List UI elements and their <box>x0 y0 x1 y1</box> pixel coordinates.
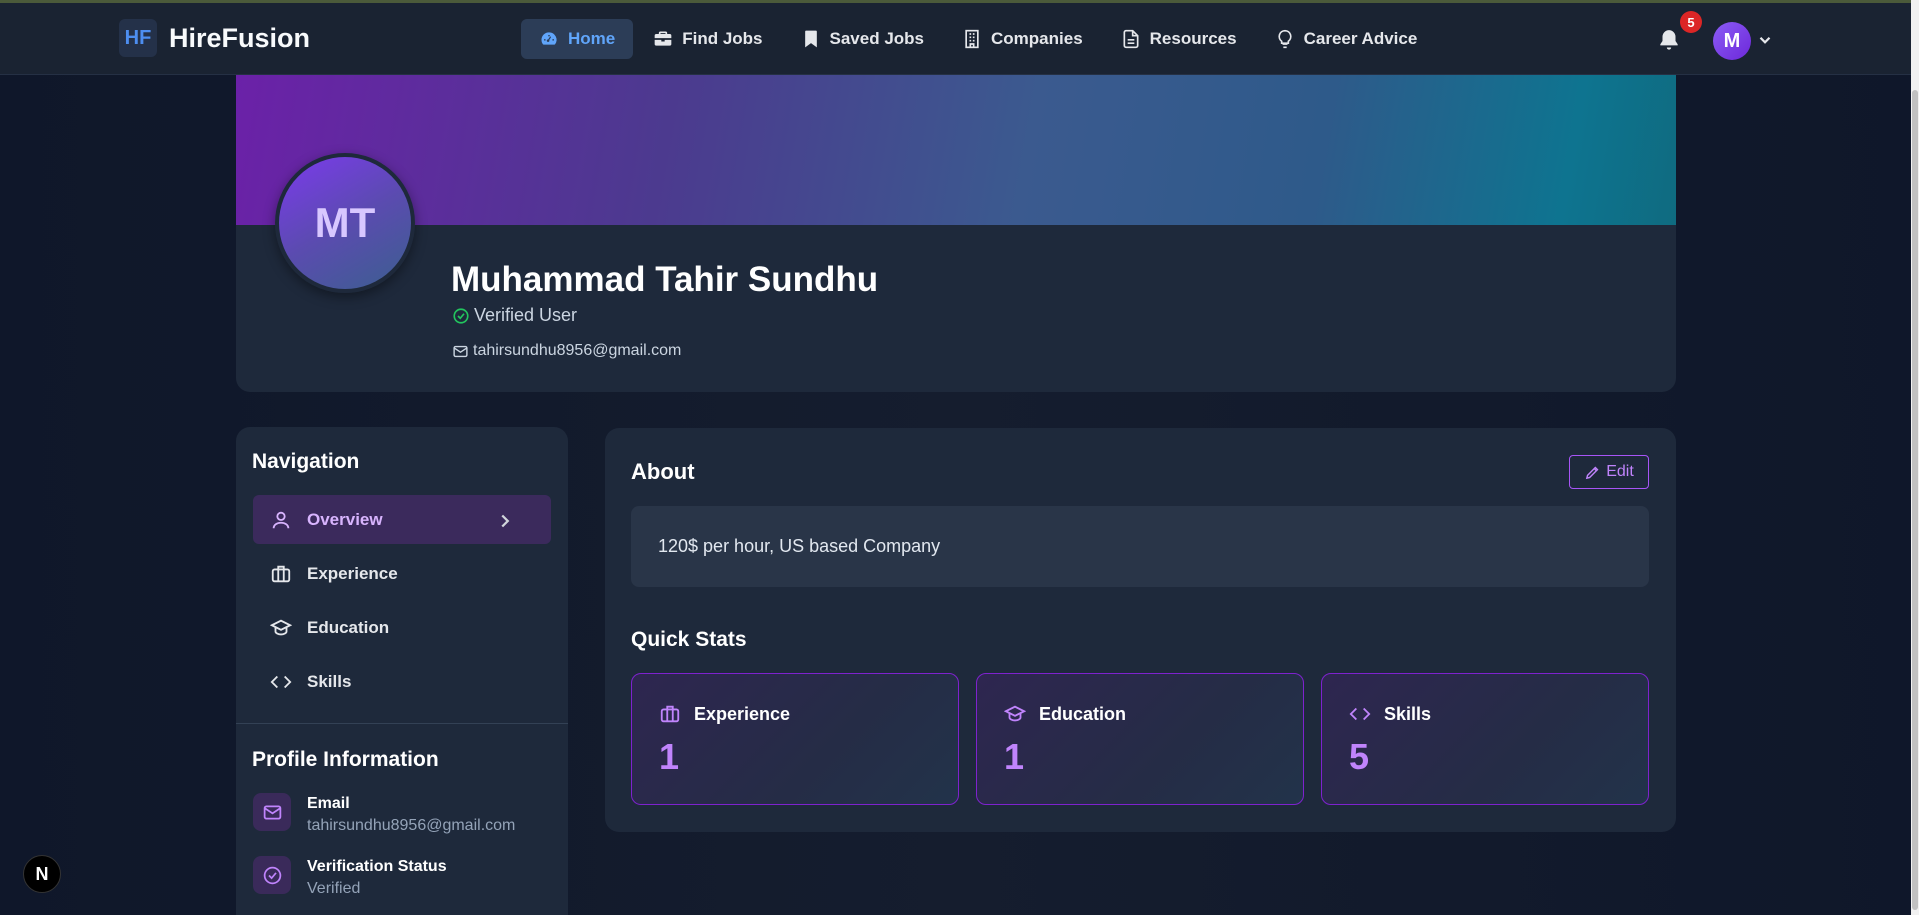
stat-value: 1 <box>659 736 680 777</box>
nav-resources-label: Resources <box>1149 29 1237 48</box>
briefcase-icon <box>271 565 291 582</box>
bell-icon[interactable] <box>1656 28 1682 54</box>
verified-label: Verified User <box>474 305 578 325</box>
sidebar-divider <box>236 723 568 724</box>
briefcase-icon <box>660 705 680 723</box>
chevron-down-icon[interactable] <box>1756 31 1774 49</box>
nav-career-advice[interactable]: Career Advice <box>1257 19 1436 59</box>
nav-companies-label: Companies <box>991 29 1083 48</box>
mail-icon <box>263 805 281 819</box>
nav-saved-jobs[interactable]: Saved Jobs <box>783 19 943 59</box>
stat-label: Experience <box>694 703 791 724</box>
document-icon <box>1123 29 1139 49</box>
logo-mark: HF <box>119 19 157 57</box>
about-text-box: 120$ per hour, US based Company <box>631 506 1649 587</box>
profile-info-email: Email tahirsundhu8956@gmail.com <box>253 793 515 837</box>
sidebar-item-label: Skills <box>307 671 352 691</box>
profile-email: tahirsundhu8956@gmail.com <box>452 342 681 360</box>
check-circle-icon <box>263 866 281 884</box>
bookmark-icon <box>804 30 817 48</box>
sidebar-item-label: Education <box>307 617 390 637</box>
brand-name: HireFusion <box>169 22 311 53</box>
sidebar-item-overview[interactable]: Overview <box>253 495 551 544</box>
check-circle-icon <box>453 307 469 324</box>
edit-about-button[interactable]: Edit <box>1569 455 1649 489</box>
sidebar-item-experience[interactable]: Experience <box>253 549 551 598</box>
brand-logo[interactable]: HF HireFusion <box>119 19 310 57</box>
profile-info-value: tahirsundhu8956@gmail.com <box>307 817 516 834</box>
profile-info-label: Verification Status <box>307 858 447 875</box>
stat-card-header: Experience <box>659 703 790 725</box>
nav-resources[interactable]: Resources <box>1103 19 1255 59</box>
nav-saved-jobs-label: Saved Jobs <box>829 29 925 48</box>
pencil-icon <box>1586 466 1599 479</box>
profile-banner <box>236 75 1676 225</box>
top-nav-bar: HF HireFusion Home Find Jobs Saved Jobs … <box>0 3 1911 75</box>
profile-info-icon-box <box>253 856 291 894</box>
sidebar-item-skills[interactable]: Skills <box>253 657 551 706</box>
profile-info-value: Verified <box>307 880 361 897</box>
sidebar-item-label: Overview <box>307 509 383 529</box>
profile-avatar: MT <box>275 153 415 293</box>
building-icon <box>965 29 979 49</box>
profile-sidebar: Navigation Overview Experience Education… <box>236 427 568 915</box>
profile-name: Muhammad Tahir Sundhu <box>451 260 879 299</box>
graduation-cap-icon <box>1004 705 1026 722</box>
nav-find-jobs-label: Find Jobs <box>682 29 763 48</box>
notification-count-badge: 5 <box>1680 11 1702 33</box>
profile-info-label: Email <box>307 795 350 812</box>
sidebar-title: Navigation <box>252 450 360 473</box>
verified-status: Verified User <box>452 305 577 326</box>
stat-card-experience: Experience 1 <box>631 673 959 805</box>
sidebar-item-label: Experience <box>307 563 398 583</box>
stat-card-header: Education <box>1004 703 1126 725</box>
lightbulb-icon <box>1277 29 1292 49</box>
chevron-right-icon <box>501 514 510 528</box>
page-scrollbar-thumb[interactable] <box>1912 90 1918 910</box>
briefcase-icon <box>654 31 672 46</box>
code-icon <box>270 675 292 688</box>
nav-career-advice-label: Career Advice <box>1303 29 1418 48</box>
user-icon <box>272 511 290 528</box>
stat-value: 5 <box>1349 736 1370 777</box>
quick-stats-title: Quick Stats <box>631 628 747 651</box>
stat-value: 1 <box>1004 736 1025 777</box>
stat-label: Skills <box>1384 703 1432 724</box>
profile-info-verification: Verification Status Verified <box>253 856 447 900</box>
edit-button-label: Edit <box>1606 463 1634 480</box>
graduation-cap-icon <box>270 619 292 635</box>
stat-label: Education <box>1039 703 1127 724</box>
stat-card-header: Skills <box>1349 703 1431 725</box>
stat-card-skills: Skills 5 <box>1321 673 1649 805</box>
profile-email-text: tahirsundhu8956@gmail.com <box>473 342 682 359</box>
nav-companies[interactable]: Companies <box>944 19 1101 59</box>
dev-tools-badge[interactable]: N <box>23 855 61 893</box>
user-avatar[interactable]: M <box>1713 22 1751 60</box>
main-nav: Home Find Jobs Saved Jobs Companies Reso… <box>521 19 1437 59</box>
nav-find-jobs[interactable]: Find Jobs <box>635 19 780 59</box>
mail-icon <box>453 345 468 357</box>
sidebar-item-education[interactable]: Education <box>253 603 551 652</box>
code-icon <box>1349 707 1371 721</box>
about-title: About <box>631 459 695 484</box>
profile-info-title: Profile Information <box>252 748 439 771</box>
nav-home[interactable]: Home <box>521 19 634 59</box>
nav-home-label: Home <box>568 29 616 48</box>
stat-card-education: Education 1 <box>976 673 1304 805</box>
profile-info-icon-box <box>253 793 291 831</box>
dashboard-icon <box>541 32 557 45</box>
about-text: 120$ per hour, US based Company <box>658 536 941 556</box>
overview-panel: About Edit 120$ per hour, US based Compa… <box>605 428 1676 832</box>
